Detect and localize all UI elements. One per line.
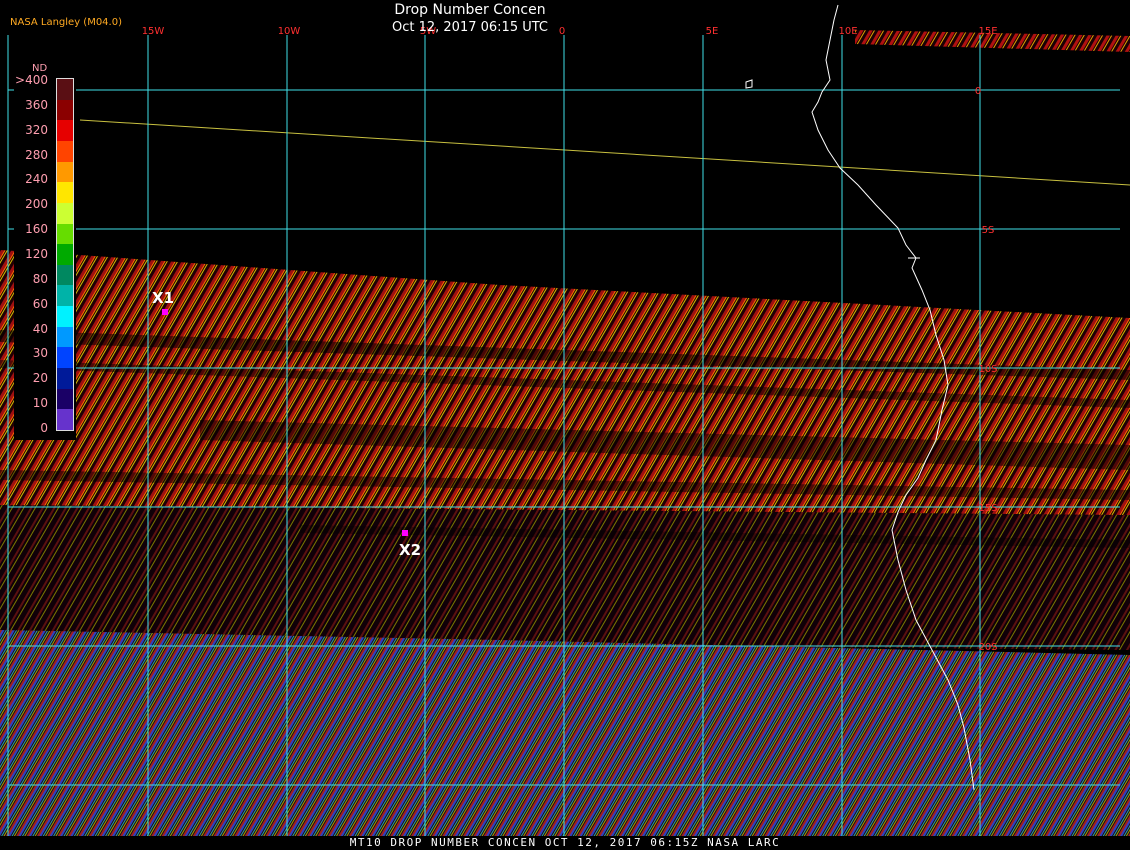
legend-swatch (57, 140, 73, 163)
legend-label: 0 (40, 421, 48, 435)
orbit-line (79, 119, 1130, 186)
legend-label: 280 (25, 147, 48, 162)
legend-swatch (57, 388, 73, 410)
lat-label: 0 (975, 86, 981, 97)
map-canvas: 15W 10W 5W 0 5E 10E 15E 0 5S 10S 15S 20S… (0, 4, 1130, 836)
legend-label: 200 (25, 197, 48, 212)
marker-x1-point[interactable] (162, 309, 168, 315)
lon-label: 15E (978, 26, 997, 37)
product-title: Drop Number Concen (394, 2, 546, 18)
legend-swatch (57, 306, 73, 328)
legend-label: 120 (25, 247, 48, 261)
legend-label: 20 (32, 371, 48, 386)
legend-swatch (57, 368, 73, 390)
legend-swatch (57, 285, 73, 307)
marker-x1-label: X1 (152, 289, 174, 307)
legend-label: 240 (25, 172, 48, 187)
legend-label: 60 (32, 296, 48, 311)
lat-label: 10S (978, 364, 997, 375)
legend-label: 10 (32, 396, 48, 411)
legend-swatch (57, 161, 73, 183)
legend-color-bar (56, 78, 74, 431)
legend-label: 30 (32, 346, 48, 361)
legend-label: 80 (32, 271, 48, 286)
legend-swatch (57, 182, 73, 204)
footer-caption: MT10 DROP NUMBER CONCEN OCT 12, 2017 06:… (0, 836, 1130, 850)
legend-swatch (57, 326, 73, 348)
swath-dark-band (0, 505, 1130, 650)
lat-label: 5S (982, 225, 995, 236)
legend-label: 40 (32, 321, 48, 336)
legend-swatch (57, 264, 73, 286)
product-timestamp: Oct 12, 2017 06:15 UTC (392, 20, 548, 35)
legend-swatch (57, 99, 73, 121)
legend-swatch (57, 409, 73, 431)
legend-swatch (57, 347, 73, 369)
color-legend: ND >400 360 320 280 240 200 160 120 80 60 40 30 20 10… (14, 63, 76, 440)
marker-x2-point[interactable] (402, 530, 408, 536)
legend-label: >400 (15, 73, 48, 87)
legend-swatch (57, 120, 73, 142)
swath-bottom (0, 630, 1130, 836)
satellite-image-viewer: 15W 10W 5W 0 5E 10E 15E 0 5S 10S 15S 20S… (0, 0, 1130, 850)
lat-label: 15S (978, 503, 997, 514)
marker-x2-label: X2 (399, 541, 421, 559)
lat-label: 20S (978, 642, 997, 653)
legend-swatch (57, 79, 73, 101)
legend-label: 360 (25, 97, 48, 112)
legend-swatch (57, 244, 73, 266)
legend-label: 160 (25, 222, 48, 237)
legend-label: 320 (25, 122, 48, 137)
legend-swatch (57, 223, 73, 245)
legend-swatch (57, 202, 73, 225)
